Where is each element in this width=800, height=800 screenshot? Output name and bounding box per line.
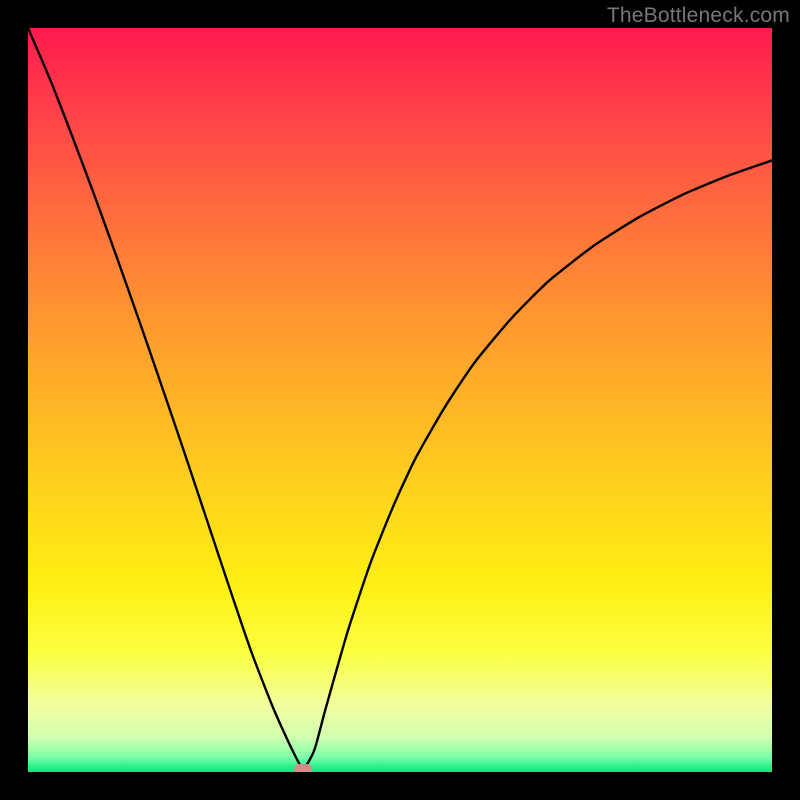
curve-layer [28, 28, 772, 772]
watermark-text: TheBottleneck.com [607, 4, 790, 28]
plot-area [28, 28, 772, 772]
bottleneck-curve [28, 28, 772, 768]
minimum-marker [294, 764, 312, 772]
chart-frame: TheBottleneck.com [0, 0, 800, 800]
